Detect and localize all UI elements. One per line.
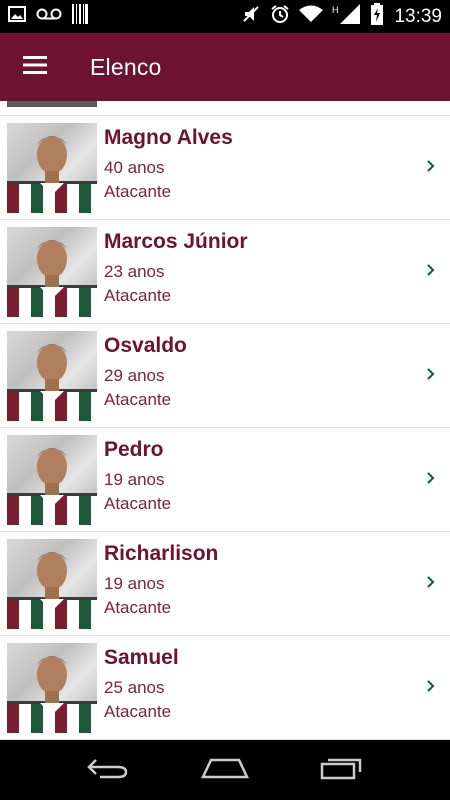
player-photo [7, 435, 97, 525]
player-name: Samuel [104, 646, 179, 669]
player-age: 19 anos [104, 574, 165, 593]
svg-text:H: H [332, 5, 339, 15]
player-age: 40 anos [104, 158, 165, 177]
player-age: 19 anos [104, 470, 165, 489]
voicemail-icon [36, 5, 62, 28]
player-photo [7, 539, 97, 629]
player-name: Magno Alves [104, 126, 233, 149]
player-row[interactable]: Pedro 19 anos Atacante [0, 428, 450, 532]
player-name: Pedro [104, 438, 164, 461]
status-left-icons [8, 4, 88, 29]
menu-icon [23, 55, 47, 79]
recents-icon [320, 756, 364, 785]
player-row[interactable]: Marcos Júnior 23 anos Atacante [0, 220, 450, 324]
alarm-icon [270, 4, 290, 29]
chevron-right-icon [426, 159, 436, 173]
chevron-right-icon [426, 367, 436, 381]
chevron-right-icon [426, 679, 436, 693]
player-photo [7, 331, 97, 421]
wifi-icon [299, 5, 324, 28]
player-position: Atacante [104, 494, 172, 513]
player-position: Atacante [104, 598, 172, 617]
player-row[interactable]: Magno Alves 40 anos Atacante [0, 116, 450, 220]
player-age: 25 anos [104, 678, 165, 697]
player-position: Atacante [104, 702, 172, 721]
barcode-icon [72, 4, 88, 29]
player-photo [7, 643, 97, 733]
player-name: Osvaldo [104, 334, 187, 357]
signal-icon: H [332, 4, 362, 29]
battery-charging-icon [371, 3, 384, 30]
status-right-icons: H 13:39 [241, 3, 442, 30]
player-position: Atacante [104, 182, 172, 201]
navigation-bar [0, 740, 450, 800]
page-title: Elenco [90, 53, 162, 80]
home-icon [201, 756, 249, 785]
home-button[interactable] [195, 750, 255, 790]
previous-player-photo [7, 101, 97, 107]
player-photo [7, 123, 97, 213]
back-icon [86, 756, 130, 785]
back-button[interactable] [78, 750, 138, 790]
player-row[interactable]: Samuel 25 anos Atacante [0, 636, 450, 740]
player-row[interactable]: Osvaldo 29 anos Atacante [0, 324, 450, 428]
app-bar: Elenco [0, 33, 450, 101]
recents-button[interactable] [312, 750, 372, 790]
image-icon [8, 5, 26, 28]
player-position: Atacante [104, 286, 172, 305]
chevron-right-icon [426, 263, 436, 277]
player-row[interactable]: Richarlison 19 anos Atacante [0, 532, 450, 636]
status-bar: H 13:39 [0, 0, 450, 33]
player-photo [7, 227, 97, 317]
chevron-right-icon [426, 471, 436, 485]
menu-button[interactable] [0, 33, 70, 101]
player-name: Marcos Júnior [104, 230, 248, 253]
player-name: Richarlison [104, 542, 219, 565]
player-age: 29 anos [104, 366, 165, 385]
player-position: Atacante [104, 390, 172, 409]
chevron-right-icon [426, 575, 436, 589]
player-age: 23 anos [104, 262, 165, 281]
mute-icon [241, 4, 261, 29]
player-list[interactable]: Magno Alves 40 anos Atacante Marcos Júnior 2… [0, 101, 450, 740]
clock: 13:39 [394, 5, 442, 27]
